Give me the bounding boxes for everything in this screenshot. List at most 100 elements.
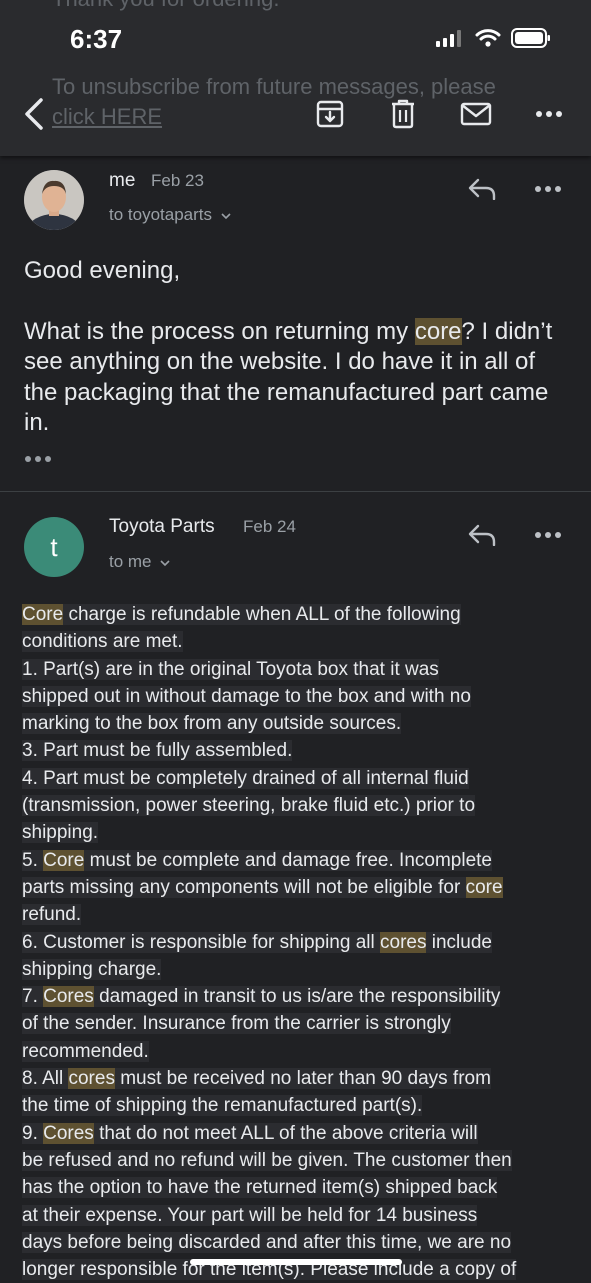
- search-highlight: cores: [380, 931, 427, 953]
- body-text: recommended.: [22, 1040, 149, 1062]
- signal-icon: [436, 30, 461, 47]
- body-line: shipping.: [22, 819, 584, 846]
- body-text: (transmission, power steering, brake flu…: [22, 795, 476, 817]
- body-text: of the sender. Insurance from the carrie…: [22, 1013, 451, 1035]
- recipient-dropdown[interactable]: to me: [109, 552, 170, 572]
- body-text: 5.: [22, 849, 44, 871]
- body-line: 4. Part must be completely drained of al…: [22, 765, 584, 792]
- greeting: Good evening,: [24, 257, 181, 284]
- body-line: 7. Cores damaged in transit to us is/are…: [22, 983, 584, 1010]
- body-text: 6. Customer is responsible for shipping …: [22, 931, 381, 953]
- search-highlight: Core: [43, 849, 85, 871]
- body-line: 9. Cores that do not meet ALL of the abo…: [22, 1120, 584, 1147]
- home-indicator: [190, 1259, 402, 1265]
- message-date: Feb 23: [151, 171, 204, 190]
- background-unsubscribe-link: click HERE: [52, 104, 163, 129]
- back-arrow-icon[interactable]: [16, 96, 52, 132]
- body-text: refund.: [22, 904, 82, 926]
- body-text: conditions are met.: [22, 631, 183, 653]
- wifi-icon: [475, 29, 501, 47]
- profile-photo-icon: [24, 170, 84, 230]
- sender-name: Toyota Parts: [109, 516, 215, 537]
- body-text: 7.: [22, 986, 44, 1008]
- battery-icon: [511, 28, 550, 48]
- body-line: shipping charge.: [22, 956, 584, 983]
- body-text: the time of shipping the remanufactured …: [22, 1095, 423, 1117]
- chevron-down-icon: [160, 560, 170, 567]
- body-text: marking to the box from any outside sour…: [22, 713, 402, 735]
- search-highlight: Cores: [43, 986, 94, 1008]
- chevron-down-icon: [221, 213, 231, 220]
- search-highlight: cores: [68, 1068, 115, 1090]
- recipient-label: to toyotaparts: [109, 205, 213, 224]
- body-line: 5. Core must be complete and damage free…: [22, 847, 584, 874]
- message-body: Good evening, What is the process on ret…: [24, 256, 569, 439]
- body-text: damaged in transit to us is/are the resp…: [93, 986, 501, 1008]
- body-text: has the option to have the returned item…: [22, 1177, 498, 1199]
- body-line: at their expense. Your part will be held…: [22, 1202, 584, 1229]
- message-date: Feb 24: [243, 517, 296, 536]
- background-email-text: To unsubscribe from future messages, ple…: [52, 74, 496, 99]
- message-divider: [0, 491, 591, 492]
- body-line: shipped out in without damage to the box…: [22, 683, 584, 710]
- body-line: refund.: [22, 901, 584, 928]
- status-time: 6:37: [70, 24, 123, 54]
- body-line: recommended.: [22, 1038, 584, 1065]
- body-text: shipped out in without damage to the box…: [22, 685, 471, 707]
- body-text: must be received no later than 90 days f…: [114, 1068, 491, 1090]
- sender-name: me: [109, 170, 136, 191]
- body-text: charge is refundable when ALL of the fol…: [63, 604, 461, 625]
- body-text: 9.: [22, 1122, 44, 1144]
- body-text: shipping charge.: [22, 958, 162, 980]
- reply-icon[interactable]: [462, 174, 502, 204]
- avatar-letter: t: [50, 531, 58, 562]
- avatar[interactable]: [24, 170, 84, 230]
- more-icon[interactable]: [528, 520, 568, 550]
- body-text: include: [426, 931, 492, 953]
- message-body: Core charge is refundable when ALL of th…: [22, 601, 584, 1283]
- body-text: 4. Part must be completely drained of al…: [22, 767, 469, 789]
- body-text: parts missing any components will not be…: [22, 876, 466, 898]
- search-highlight: core: [414, 317, 462, 345]
- body-line: 1. Part(s) are in the original Toyota bo…: [22, 656, 584, 683]
- mail-icon[interactable]: [458, 96, 494, 132]
- body-text: at their expense. Your part will be held…: [22, 1204, 478, 1226]
- body-line: 8. All cores must be received no later t…: [22, 1065, 584, 1092]
- show-trimmed-content-button[interactable]: [24, 450, 52, 468]
- body-text: that do not meet ALL of the above criter…: [93, 1122, 478, 1144]
- body-line: conditions are met.: [22, 628, 584, 655]
- body-text: be refused and no refund will be given. …: [22, 1149, 512, 1171]
- body-text: days before being discarded and after th…: [22, 1231, 512, 1253]
- avatar[interactable]: t: [24, 517, 84, 577]
- search-highlight: core: [465, 876, 503, 898]
- body-text: 1. Part(s) are in the original Toyota bo…: [22, 658, 439, 680]
- background-email-text: Thank you for ordering.: [52, 0, 279, 12]
- body-text: 3. Part must be fully assembled.: [22, 740, 293, 762]
- body-line: days before being discarded and after th…: [22, 1229, 584, 1256]
- body-line: of the sender. Insurance from the carrie…: [22, 1010, 584, 1037]
- reply-icon[interactable]: [462, 520, 502, 550]
- body-text: must be complete and damage free. Incomp…: [84, 849, 492, 871]
- body-line: marking to the box from any outside sour…: [22, 710, 584, 737]
- body-line: (transmission, power steering, brake flu…: [22, 792, 584, 819]
- body-paragraph: What is the process on returning my core…: [24, 317, 553, 436]
- recipient-label: to me: [109, 552, 152, 571]
- body-line: 6. Customer is responsible for shipping …: [22, 929, 584, 956]
- archive-icon[interactable]: [312, 96, 348, 132]
- body-line: has the option to have the returned item…: [22, 1174, 584, 1201]
- body-line: the time of shipping the remanufactured …: [22, 1092, 584, 1119]
- body-line: parts missing any components will not be…: [22, 874, 584, 901]
- body-line: be refused and no refund will be given. …: [22, 1147, 584, 1174]
- recipient-dropdown[interactable]: to toyotaparts: [109, 205, 231, 225]
- body-text: shipping.: [22, 822, 99, 844]
- search-highlight: Cores: [43, 1122, 94, 1144]
- search-highlight: Core: [22, 604, 64, 625]
- body-line: 3. Part must be fully assembled.: [22, 737, 584, 764]
- top-app-bar: Thank you for ordering. To unsubscribe f…: [0, 0, 591, 156]
- more-icon[interactable]: [528, 174, 568, 204]
- status-icons: [435, 28, 551, 48]
- trash-icon[interactable]: [385, 96, 421, 132]
- body-text: 8. All: [22, 1068, 69, 1090]
- more-icon[interactable]: [531, 96, 567, 132]
- body-line: Core charge is refundable when ALL of th…: [22, 601, 584, 628]
